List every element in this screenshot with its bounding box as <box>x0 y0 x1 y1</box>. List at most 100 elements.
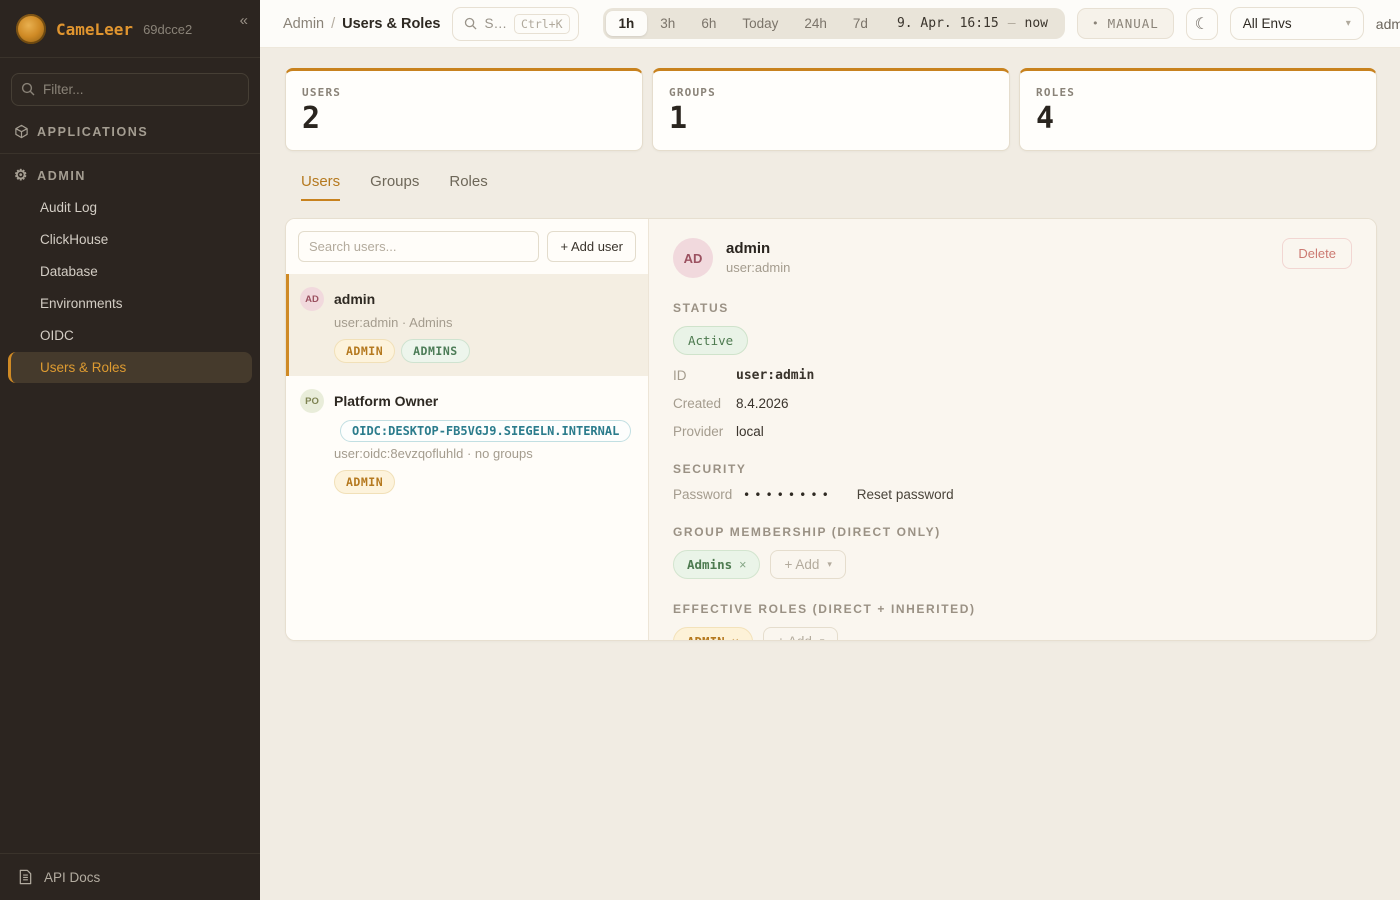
avatar: AD <box>673 238 713 278</box>
field-label: Created <box>673 396 736 411</box>
password-label: Password <box>673 487 743 502</box>
detail-header: AD admin user:admin Delete <box>673 238 1352 278</box>
app-title: CameLeer <box>56 20 133 39</box>
page-content: USERS 2 GROUPS 1 ROLES 4 Users Groups Ro… <box>260 48 1400 641</box>
collapse-sidebar-icon[interactable]: « <box>240 12 248 29</box>
stat-label: USERS <box>302 86 626 99</box>
role-badge: ADMIN <box>334 339 395 363</box>
api-docs-link[interactable]: API Docs <box>0 853 260 900</box>
sidebar-item-environments[interactable]: Environments <box>8 288 252 319</box>
user-subtitle: user:admin · Admins <box>334 315 634 330</box>
breadcrumb-current: Users & Roles <box>342 16 440 32</box>
search-users-input[interactable] <box>298 231 539 262</box>
time-dash: — <box>1008 16 1016 31</box>
sidebar-item-oidc[interactable]: OIDC <box>8 320 252 351</box>
role-chip-admin: ADMIN × <box>673 627 753 640</box>
section-admin[interactable]: ⚙ ADMIN <box>0 156 260 191</box>
main-area: Admin / Users & Roles S… Ctrl+K 1h 3h 6h… <box>260 0 1400 900</box>
entity-tabs: Users Groups Roles <box>285 173 1377 202</box>
user-name: admin <box>334 291 375 307</box>
password-mask: •••••••• <box>743 488 833 502</box>
section-applications[interactable]: APPLICATIONS <box>0 112 260 147</box>
add-user-button[interactable]: + Add user <box>547 231 636 262</box>
role-chips: ADMIN × + Add ▾ <box>673 627 1352 640</box>
security-heading: SECURITY <box>673 462 1352 476</box>
refresh-mode-button[interactable]: • MANUAL <box>1077 8 1174 39</box>
tab-users[interactable]: Users <box>301 173 340 201</box>
group-membership-heading: GROUP MEMBERSHIP (DIRECT ONLY) <box>673 525 1352 539</box>
app-root: CameLeer 69dcce2 « APPLICATIONS ⚙ ADMIN … <box>0 0 1400 900</box>
box-icon <box>14 124 29 139</box>
tab-roles[interactable]: Roles <box>449 173 487 201</box>
field-row-created: Created 8.4.2026 <box>673 396 1352 411</box>
sidebar: CameLeer 69dcce2 « APPLICATIONS ⚙ ADMIN … <box>0 0 260 900</box>
tab-groups[interactable]: Groups <box>370 173 419 201</box>
time-range-24h[interactable]: 24h <box>791 11 840 36</box>
sidebar-filter <box>11 73 249 106</box>
group-badge: ADMINS <box>401 339 470 363</box>
breadcrumb-parent[interactable]: Admin <box>283 16 324 32</box>
section-label: ADMIN <box>37 169 86 183</box>
user-subtitle: user:oidc:8evzqofluhld · no groups <box>334 446 634 461</box>
status-badge: Active <box>673 326 748 355</box>
build-version: 69dcce2 <box>143 22 192 37</box>
time-range-1h[interactable]: 1h <box>606 11 648 36</box>
users-panel: + Add user AD admin user:admin · Admins … <box>285 218 1377 641</box>
chip-label: ADMIN <box>687 634 725 640</box>
stat-card-roles: ROLES 4 <box>1019 68 1377 151</box>
refresh-mode-label: MANUAL <box>1108 16 1159 31</box>
time-start: 9. Apr. 16:15 <box>897 16 999 31</box>
effective-roles-heading: EFFECTIVE ROLES (DIRECT + INHERITED) <box>673 602 1352 616</box>
user-list: + Add user AD admin user:admin · Admins … <box>286 219 649 640</box>
time-end: now <box>1025 16 1048 31</box>
avatar: PO <box>300 389 324 413</box>
gear-icon: ⚙ <box>14 168 29 183</box>
time-range-6h[interactable]: 6h <box>688 11 729 36</box>
user-badges: ADMIN <box>334 470 634 494</box>
user-list-item-platform-owner[interactable]: PO Platform Owner OIDC:DESKTOP-FB5VGJ9.S… <box>286 376 648 507</box>
add-group-button[interactable]: + Add ▾ <box>770 550 845 579</box>
stat-label: ROLES <box>1036 86 1360 99</box>
sidebar-item-database[interactable]: Database <box>8 256 252 287</box>
field-label: ID <box>673 368 736 383</box>
sidebar-item-audit-log[interactable]: Audit Log <box>8 192 252 223</box>
add-role-button[interactable]: + Add ▾ <box>763 627 838 640</box>
detail-user-id: user:admin <box>726 260 790 275</box>
stat-value: 2 <box>302 104 626 134</box>
remove-role-icon[interactable]: × <box>732 635 739 641</box>
time-range-today[interactable]: Today <box>729 11 791 36</box>
avatar: AD <box>300 287 324 311</box>
status-dot-icon: • <box>1092 17 1100 30</box>
global-search-button[interactable]: S… Ctrl+K <box>452 7 578 41</box>
section-label: APPLICATIONS <box>37 125 148 139</box>
time-range-7d[interactable]: 7d <box>840 11 881 36</box>
oidc-provider-badge: OIDC:DESKTOP-FB5VGJ9.SIEGELN.INTERNAL <box>340 420 631 442</box>
field-row-id: ID user:admin <box>673 368 1352 383</box>
breadcrumb-separator: / <box>331 16 335 32</box>
search-icon <box>464 17 477 30</box>
delete-user-button[interactable]: Delete <box>1282 238 1352 269</box>
chevron-down-icon: ▾ <box>1346 18 1351 29</box>
dark-mode-toggle[interactable]: ☾ <box>1186 8 1218 40</box>
field-value: user:admin <box>736 368 814 383</box>
sidebar-item-users-roles[interactable]: Users & Roles <box>8 352 252 383</box>
user-name: Platform Owner <box>334 393 438 409</box>
reset-password-link[interactable]: Reset password <box>857 487 954 502</box>
divider <box>0 153 260 154</box>
time-display[interactable]: 9. Apr. 16:15 — now <box>881 16 1062 31</box>
time-range-3h[interactable]: 3h <box>647 11 688 36</box>
sidebar-item-clickhouse[interactable]: ClickHouse <box>8 224 252 255</box>
breadcrumb: Admin / Users & Roles <box>283 16 440 32</box>
remove-group-icon[interactable]: × <box>739 558 746 572</box>
chevron-down-icon: ▾ <box>827 559 832 570</box>
api-docs-label: API Docs <box>44 870 100 885</box>
moon-icon: ☾ <box>1195 14 1209 34</box>
sidebar-filter-input[interactable] <box>11 73 249 106</box>
environment-select[interactable]: All Envs ▾ <box>1230 7 1364 40</box>
topbar: Admin / Users & Roles S… Ctrl+K 1h 3h 6h… <box>260 0 1400 48</box>
user-badges: ADMIN ADMINS <box>334 339 634 363</box>
search-shortcut-badge: Ctrl+K <box>514 14 570 34</box>
password-row: Password •••••••• Reset password <box>673 487 1352 502</box>
user-list-item-admin[interactable]: AD admin user:admin · Admins ADMIN ADMIN… <box>286 274 648 376</box>
group-chip-admins: Admins × <box>673 550 760 579</box>
